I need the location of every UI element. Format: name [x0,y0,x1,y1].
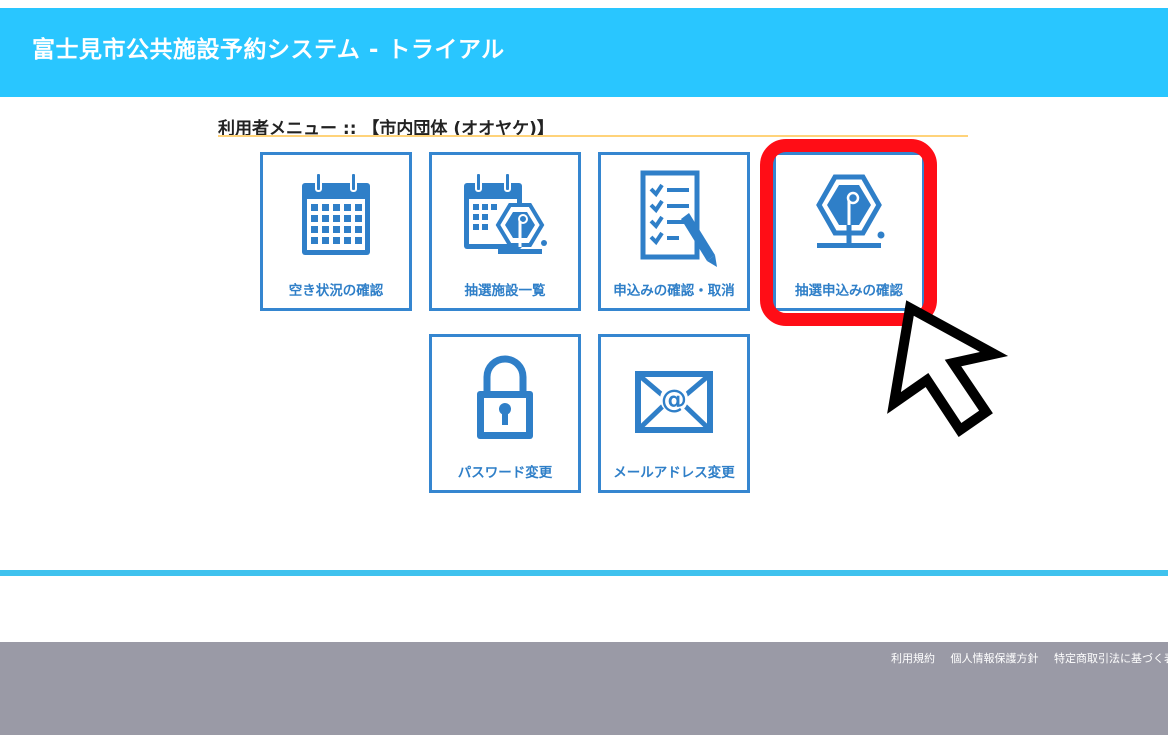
tile-lottery-application-check[interactable]: 抽選申込みの確認 [773,152,925,311]
lottery-machine-icon [776,169,922,269]
footer-link-terms[interactable]: 利用規約 [891,652,935,665]
tile-availability-check[interactable]: 空き状況の確認 [260,152,412,311]
footer-link-commerce-act[interactable]: 特定商取引法に基づく表記 [1054,652,1168,665]
tile-label: パスワード変更 [457,465,553,481]
footer-link-privacy[interactable]: 個人情報保護方針 [951,652,1039,665]
tile-label: 抽選施設一覧 [464,283,546,299]
tile-application-confirm-cancel[interactable]: 申込みの確認・取消 [598,152,750,311]
site-footer: 利用規約 個人情報保護方針 特定商取引法に基づく表記 [0,642,1168,735]
content-divider [0,570,1168,576]
tile-label: メールアドレス変更 [613,465,735,481]
tile-lottery-facility-list[interactable]: 抽選施設一覧 [429,152,581,311]
tile-label: 空き状況の確認 [288,283,384,299]
cursor-arrow-icon [880,300,1010,440]
site-title[interactable]: 富士見市公共施設予約システム - トライアル [32,30,505,64]
tile-email-change[interactable]: @ メールアドレス変更 [598,334,750,493]
site-header: 富士見市公共施設予約システム - トライアル [0,8,1168,97]
heading-underline [218,135,968,137]
tile-label: 申込みの確認・取消 [613,283,735,299]
calendar-icon [263,169,409,269]
calendar-lottery-icon [432,169,578,269]
checklist-pen-icon [601,169,747,269]
top-strip [0,0,1168,8]
padlock-icon [432,351,578,451]
mail-at-icon: @ [601,351,747,451]
tile-label: 抽選申込みの確認 [795,283,903,299]
footer-links: 利用規約 個人情報保護方針 特定商取引法に基づく表記 [879,650,1168,666]
svg-text:@: @ [661,385,687,415]
tile-password-change[interactable]: パスワード変更 [429,334,581,493]
